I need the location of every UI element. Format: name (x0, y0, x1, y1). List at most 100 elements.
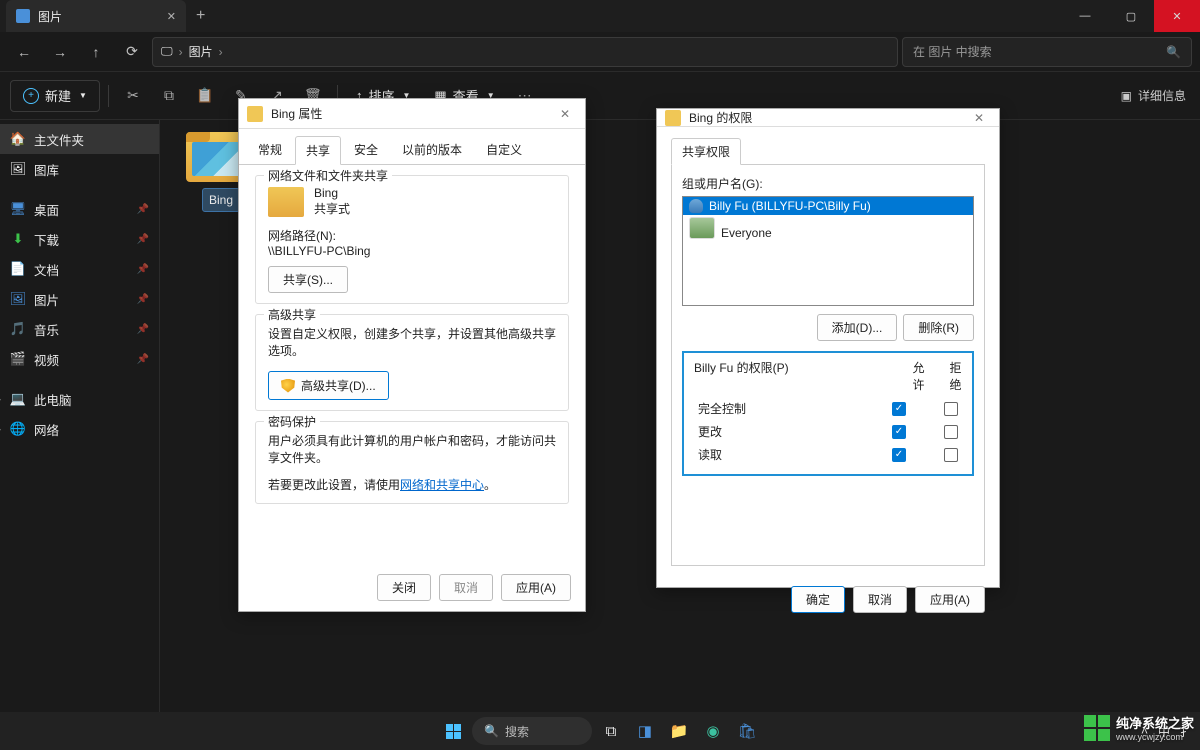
copy-button[interactable]: ⧉ (153, 80, 185, 112)
up-button[interactable]: ↑ (80, 36, 112, 68)
perm-name: 读取 (698, 446, 722, 463)
document-icon: 📄 (10, 261, 26, 277)
tab-previous[interactable]: 以前的版本 (391, 135, 473, 164)
sidebar-music[interactable]: 🎵音乐📌 (0, 314, 159, 344)
cut-button[interactable]: ✂ (117, 80, 149, 112)
deny-checkbox[interactable] (944, 425, 958, 439)
sidebar-videos[interactable]: 🎬视频📌 (0, 344, 159, 374)
monitor-icon: 🖵 (161, 44, 173, 59)
store-taskbar-icon[interactable]: 🛍 (732, 716, 762, 746)
cancel-button[interactable]: 取消 (439, 574, 493, 601)
user-row[interactable]: Billy Fu (BILLYFU-PC\Billy Fu) (683, 197, 973, 215)
add-user-button[interactable]: 添加(D)... (817, 314, 898, 341)
cancel-button[interactable]: 取消 (853, 586, 907, 613)
tab-share[interactable]: 共享 (295, 136, 341, 165)
sidebar-home[interactable]: 🏠主文件夹 (0, 124, 159, 154)
widgets-button[interactable]: ◨ (630, 716, 660, 746)
tab-strip: 常规 共享 安全 以前的版本 自定义 (239, 129, 585, 164)
nav-bar: ← → ↑ ⟳ 🖵 › 图片 › 在 图片 中搜索 🔍 (0, 32, 1200, 72)
network-center-link[interactable]: 网络和共享中心 (400, 478, 484, 492)
home-icon: 🏠 (10, 131, 26, 147)
user-icon (689, 199, 703, 213)
watermark-logo (1084, 715, 1110, 741)
music-icon: 🎵 (10, 321, 26, 337)
permissions-box: Billy Fu 的权限(P) 允许拒绝 完全控制✓ 更改✓ 读取✓ (682, 351, 974, 476)
allow-checkbox[interactable]: ✓ (892, 448, 906, 462)
dialog-body: 共享权限 组或用户名(G): Billy Fu (BILLYFU-PC\Bill… (657, 127, 999, 576)
back-button[interactable]: ← (8, 36, 40, 68)
taskbar[interactable]: 🔍 搜索 ⧉ ◨ 📁 ◉ 🛍 ˄ 中 扌 (0, 712, 1200, 750)
dialog-footer: 确定 取消 应用(A) (657, 576, 999, 623)
close-button[interactable]: ✕ (1154, 0, 1200, 32)
details-pane-button[interactable]: ▣ 详细信息 (1121, 87, 1190, 104)
taskbar-search[interactable]: 🔍 搜索 (472, 717, 592, 745)
close-button[interactable]: ✕ (967, 111, 991, 125)
advanced-share-button[interactable]: 高级共享(D)... (268, 371, 389, 400)
sidebar-network[interactable]: ›🌐网络 (0, 414, 159, 444)
close-button[interactable]: 关闭 (377, 574, 431, 601)
tab-security[interactable]: 安全 (343, 135, 389, 164)
toolbar: + 新建 ▼ ✂ ⧉ 📋 ✎ ↗ 🗑 ↕ 排序▼ ▦ 查看▼ ⋯ ▣ 详细信息 (0, 72, 1200, 120)
sidebar-thispc[interactable]: ›💻此电脑 (0, 384, 159, 414)
group-title: 密码保护 (264, 413, 320, 430)
allow-checkbox[interactable]: ✓ (892, 425, 906, 439)
divider (108, 85, 109, 107)
pictures-icon: 🖼 (10, 291, 26, 307)
minimize-button[interactable]: — (1062, 0, 1108, 32)
apply-button[interactable]: 应用(A) (915, 586, 985, 613)
task-view-button[interactable]: ⧉ (596, 716, 626, 746)
tab-custom[interactable]: 自定义 (475, 135, 533, 164)
share-status: 共享式 (314, 200, 350, 217)
user-list[interactable]: Billy Fu (BILLYFU-PC\Billy Fu) Everyone (682, 196, 974, 306)
paste-button[interactable]: 📋 (189, 80, 221, 112)
forward-button[interactable]: → (44, 36, 76, 68)
sidebar-pictures[interactable]: 🖼图片📌 (0, 284, 159, 314)
allow-checkbox[interactable]: ✓ (892, 402, 906, 416)
perm-user-label: Billy Fu 的权限(P) (694, 359, 789, 393)
start-button[interactable] (438, 716, 468, 746)
tab-share-perms[interactable]: 共享权限 (671, 138, 741, 165)
password-link-line: 若要更改此设置，请使用网络和共享中心。 (268, 476, 556, 493)
close-button[interactable]: ✕ (553, 107, 577, 121)
watermark-url: www.ycwjzy.com (1116, 732, 1194, 742)
window-controls: — ▢ ✕ (1062, 0, 1200, 32)
ok-button[interactable]: 确定 (791, 586, 845, 613)
maximize-button[interactable]: ▢ (1108, 0, 1154, 32)
network-share-group: 网络文件和文件夹共享 Bing 共享式 网络路径(N): \\BILLYFU-P… (255, 175, 569, 304)
breadcrumb-item[interactable]: 图片 (189, 43, 213, 60)
remove-user-button[interactable]: 删除(R) (903, 314, 974, 341)
window-tab[interactable]: 图片 ✕ (6, 0, 186, 32)
sidebar-documents[interactable]: 📄文档📌 (0, 254, 159, 284)
password-protect-group: 密码保护 用户必须具有此计算机的用户帐户和密码，才能访问共享文件夹。 若要更改此… (255, 421, 569, 504)
dialog-title: Bing 属性 (271, 105, 322, 122)
sidebar-gallery[interactable]: 🖼图库 (0, 154, 159, 184)
sidebar-desktop[interactable]: 🖥桌面📌 (0, 194, 159, 224)
permissions-dialog: Bing 的权限 ✕ 共享权限 组或用户名(G): Billy Fu (BILL… (656, 108, 1000, 588)
dialog-title-bar[interactable]: Bing 的权限 ✕ (657, 109, 999, 127)
deny-checkbox[interactable] (944, 402, 958, 416)
dialog-title-bar[interactable]: Bing 属性 ✕ (239, 99, 585, 129)
explorer-taskbar-icon[interactable]: 📁 (664, 716, 694, 746)
refresh-button[interactable]: ⟳ (116, 36, 148, 68)
netpath-value: \\BILLYFU-PC\Bing (268, 244, 556, 258)
dialog-footer: 关闭 取消 应用(A) (239, 564, 585, 611)
sidebar-downloads[interactable]: ⬇下载📌 (0, 224, 159, 254)
folder-icon (247, 106, 263, 122)
edge-taskbar-icon[interactable]: ◉ (698, 716, 728, 746)
tab-general[interactable]: 常规 (247, 135, 293, 164)
deny-checkbox[interactable] (944, 448, 958, 462)
new-tab-button[interactable]: + (186, 7, 215, 25)
share-button[interactable]: 共享(S)... (268, 266, 348, 293)
spacer (671, 486, 985, 566)
folder-name: Bing (314, 186, 350, 200)
plus-icon: + (23, 88, 39, 104)
tab-close-button[interactable]: ✕ (167, 10, 176, 23)
search-box[interactable]: 在 图片 中搜索 🔍 (902, 37, 1192, 67)
new-button[interactable]: + 新建 ▼ (10, 80, 100, 112)
password-desc: 用户必须具有此计算机的用户帐户和密码，才能访问共享文件夹。 (268, 432, 556, 466)
address-bar[interactable]: 🖵 › 图片 › (152, 37, 898, 67)
apply-button[interactable]: 应用(A) (501, 574, 571, 601)
pin-icon: 📌 (137, 234, 149, 245)
user-row[interactable]: Everyone (683, 215, 973, 251)
desktop-icon: 🖥 (10, 201, 26, 217)
